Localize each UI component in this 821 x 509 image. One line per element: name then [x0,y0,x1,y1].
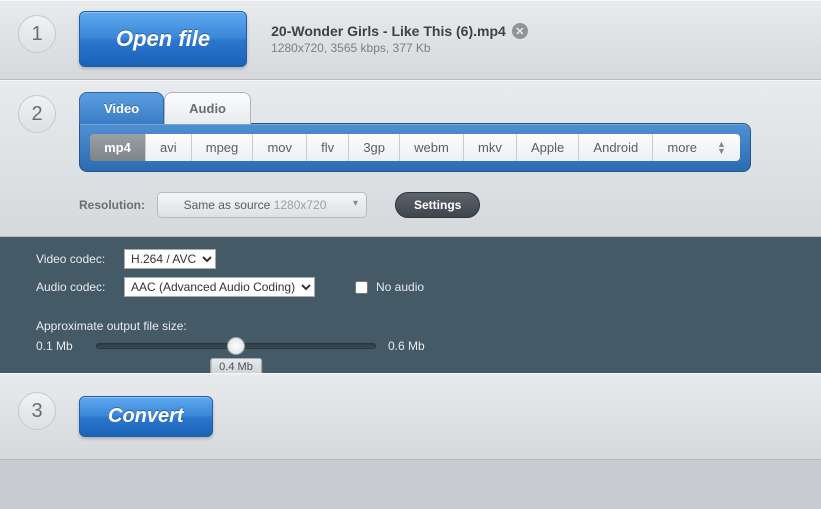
step-3-section: 3 Convert [0,373,821,460]
slider-thumb[interactable] [227,337,245,355]
file-name-text: 20-Wonder Girls - Like This (6).mp4 [271,23,506,39]
close-icon[interactable]: ✕ [512,23,528,39]
step-1-section: 1 Open file 20-Wonder Girls - Like This … [0,0,821,80]
format-avi[interactable]: avi [145,134,191,161]
approx-size-label: Approximate output file size: [36,319,785,333]
audio-codec-label: Audio codec: [36,280,114,294]
no-audio-label: No audio [376,280,424,294]
video-codec-label: Video codec: [36,252,114,266]
slider-min: 0.1 Mb [36,339,84,353]
step-2-section: 2 Video Audio mp4 avi mpeg mov flv 3gp w… [0,80,821,237]
file-info: 20-Wonder Girls - Like This (6).mp4 ✕ 12… [271,23,528,55]
format-webm[interactable]: webm [399,134,463,161]
slider-max: 0.6 Mb [388,339,436,353]
audio-codec-select[interactable]: AAC (Advanced Audio Coding) [124,277,315,297]
file-meta: 1280x720, 3565 kbps, 377 Kb [271,41,528,55]
step-number-2: 2 [18,95,56,133]
video-codec-select[interactable]: H.264 / AVC [124,249,216,269]
settings-button[interactable]: Settings [395,192,480,218]
format-mkv[interactable]: mkv [463,134,516,161]
resolution-label: Resolution: [79,198,145,212]
format-flv[interactable]: flv [306,134,348,161]
resolution-detail: 1280x720 [274,198,327,212]
format-mov[interactable]: mov [252,134,306,161]
size-slider[interactable]: 0.4 Mb [96,343,376,349]
resolution-value: Same as source [184,198,271,212]
format-bar: mp4 avi mpeg mov flv 3gp webm mkv Apple … [79,123,751,172]
resolution-dropdown[interactable]: Same as source 1280x720 [157,192,367,218]
format-3gp[interactable]: 3gp [348,134,399,161]
convert-button[interactable]: Convert [79,396,213,437]
settings-panel: Video codec: H.264 / AVC Audio codec: AA… [0,237,821,373]
open-file-button[interactable]: Open file [79,11,247,67]
no-audio-checkbox[interactable] [355,281,368,294]
format-apple[interactable]: Apple [516,134,578,161]
format-mp4[interactable]: mp4 [90,134,145,161]
format-more[interactable]: more ▲▼ [652,134,740,161]
tab-video[interactable]: Video [79,92,164,124]
format-android[interactable]: Android [578,134,652,161]
tab-audio[interactable]: Audio [164,92,251,124]
step-number-3: 3 [18,392,56,430]
chevron-updown-icon: ▲▼ [717,141,726,155]
format-mpeg[interactable]: mpeg [191,134,253,161]
format-more-label: more [667,140,697,155]
step-number-1: 1 [18,15,56,53]
